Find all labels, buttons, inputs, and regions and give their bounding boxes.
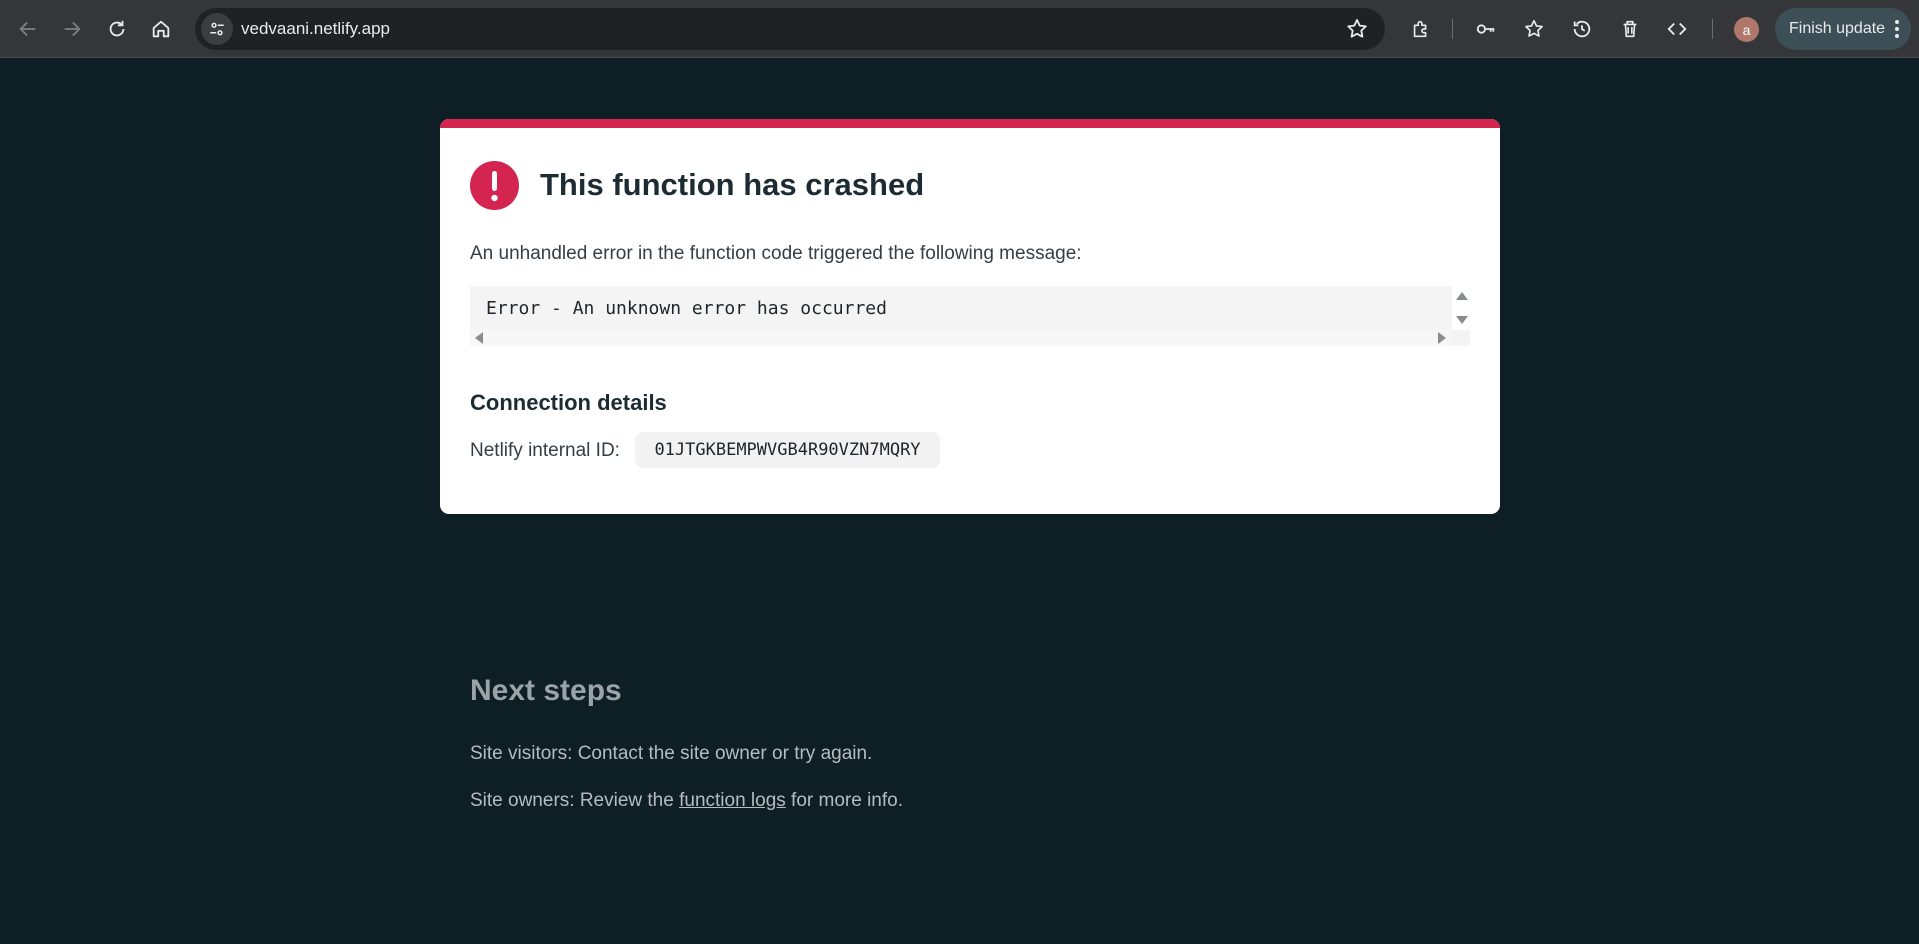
error-icon bbox=[470, 161, 519, 210]
arrow-right-icon bbox=[64, 21, 81, 37]
internal-id-value: 01JTGKBEMPWVGB4R90VZN7MQRY bbox=[635, 432, 940, 468]
back-button[interactable] bbox=[12, 13, 44, 45]
history-icon bbox=[1573, 20, 1591, 38]
devtools-button[interactable] bbox=[1661, 13, 1693, 45]
site-owners-text: Site owners: Review the function logs fo… bbox=[470, 790, 903, 812]
profile-avatar[interactable]: a bbox=[1734, 17, 1759, 42]
error-message: Error - An unknown error has occurred bbox=[486, 298, 887, 319]
url-text[interactable]: vedvaani.netlify.app bbox=[241, 19, 390, 39]
site-visitors-text: Site visitors: Contact the site owner or… bbox=[470, 743, 873, 764]
function-logs-link[interactable]: function logs bbox=[679, 790, 786, 811]
browser-toolbar: vedvaani.netlify.app a Finish update bbox=[0, 0, 1919, 58]
site-owners-suffix: for more info. bbox=[785, 790, 903, 811]
arrow-left-icon bbox=[19, 21, 36, 37]
toolbar-divider bbox=[1452, 19, 1453, 39]
error-message-box: Error - An unknown error has occurred bbox=[470, 286, 1470, 346]
scroll-right-arrow-icon[interactable] bbox=[1438, 332, 1446, 344]
connection-details-heading: Connection details bbox=[470, 390, 667, 415]
forward-button[interactable] bbox=[56, 13, 88, 45]
scroll-down-arrow-icon[interactable] bbox=[1456, 316, 1468, 324]
finish-update-label: Finish update bbox=[1789, 20, 1886, 37]
vertical-scrollbar[interactable] bbox=[1452, 286, 1470, 330]
reload-button[interactable] bbox=[101, 13, 133, 45]
home-icon bbox=[152, 20, 170, 38]
bookmark-star-icon[interactable] bbox=[1345, 17, 1369, 41]
puzzle-icon bbox=[1413, 20, 1427, 38]
toolbar-divider bbox=[1712, 19, 1713, 39]
extensions-button[interactable] bbox=[1405, 13, 1437, 45]
scroll-up-arrow-icon[interactable] bbox=[1456, 292, 1468, 300]
trash-icon bbox=[1623, 20, 1637, 38]
reload-icon bbox=[109, 20, 125, 37]
site-info-button[interactable] bbox=[201, 13, 233, 45]
tune-icon bbox=[210, 22, 224, 36]
passwords-button[interactable] bbox=[1470, 13, 1502, 45]
error-card: This function has crashed An unhandled e… bbox=[440, 119, 1500, 514]
internal-id-label: Netlify internal ID: bbox=[470, 440, 620, 461]
code-icon bbox=[1667, 22, 1687, 36]
delete-browsing-data-button[interactable] bbox=[1614, 13, 1646, 45]
error-title: This function has crashed bbox=[540, 167, 925, 202]
key-icon bbox=[1476, 24, 1495, 34]
horizontal-scrollbar[interactable] bbox=[470, 330, 1450, 346]
history-button[interactable] bbox=[1566, 13, 1598, 45]
site-owners-prefix: Site owners: Review the bbox=[470, 790, 680, 811]
error-description: An unhandled error in the function code … bbox=[470, 243, 1082, 264]
next-steps-heading: Next steps bbox=[470, 674, 622, 707]
star-icon bbox=[1525, 19, 1543, 37]
bookmarks-button[interactable] bbox=[1518, 13, 1550, 45]
home-button[interactable] bbox=[145, 13, 177, 45]
more-vertical-icon[interactable] bbox=[1895, 20, 1899, 38]
card-accent-bar bbox=[440, 119, 1500, 128]
address-bar[interactable]: vedvaani.netlify.app bbox=[195, 8, 1385, 50]
finish-update-button[interactable]: Finish update bbox=[1775, 8, 1911, 50]
scroll-left-arrow-icon[interactable] bbox=[475, 332, 483, 344]
